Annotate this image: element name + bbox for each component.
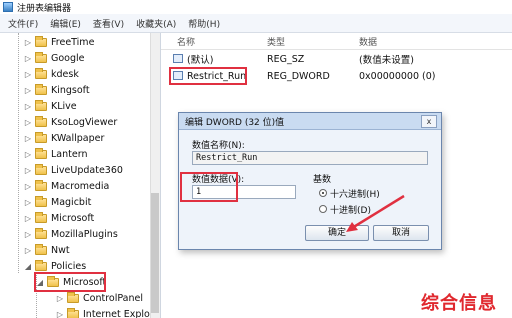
folder-icon	[35, 83, 47, 95]
folder-icon	[35, 147, 47, 159]
expand-icon[interactable]: ▷	[24, 214, 32, 223]
tree-item-magicbit[interactable]: ▷ Magicbit	[24, 194, 91, 210]
tree-item-ksologviewer[interactable]: ▷ KsoLogViewer	[24, 114, 117, 130]
window-title: 注册表编辑器	[17, 3, 72, 14]
expand-icon[interactable]: ▷	[24, 54, 32, 63]
tree-item-macromedia[interactable]: ▷ Macromedia	[24, 178, 109, 194]
folder-icon	[35, 179, 47, 191]
title-bar: 注册表编辑器	[0, 0, 512, 14]
registry-tree: ▷ FreeTime ▷ Google ▷ kdesk ▷ Kingsoft ▷ KLiv…	[0, 33, 161, 318]
menu-help[interactable]: 帮助(H)	[188, 17, 220, 30]
expand-icon[interactable]: ▷	[24, 118, 32, 127]
highlight-box	[180, 172, 238, 202]
folder-icon	[35, 35, 47, 47]
expand-icon[interactable]: ▷	[24, 86, 32, 95]
folder-icon	[67, 307, 79, 318]
menu-favorites[interactable]: 收藏夹(A)	[136, 17, 176, 30]
radio-dec-label[interactable]: 十进制(D)	[330, 203, 371, 216]
folder-icon	[35, 67, 47, 79]
tree-guide-line	[18, 33, 19, 273]
expand-icon[interactable]: ▷	[24, 102, 32, 111]
tree-item-internet-explorer[interactable]: ▷ Internet Explore	[56, 306, 159, 318]
close-button[interactable]: x	[421, 115, 437, 128]
expand-icon[interactable]: ▷	[56, 294, 64, 303]
expand-icon[interactable]: ▷	[24, 134, 32, 143]
highlight-box	[34, 272, 106, 292]
column-type[interactable]: 类型	[267, 35, 285, 48]
ok-button[interactable]: 确定	[305, 225, 369, 241]
string-value-icon	[173, 54, 183, 63]
collapse-icon[interactable]: ◢	[24, 262, 32, 271]
tree-item-controlpanel[interactable]: ▷ ControlPanel	[56, 290, 143, 306]
expand-icon[interactable]: ▷	[24, 38, 32, 47]
tree-item-microsoft[interactable]: ▷ Microsoft	[24, 210, 94, 226]
tree-item-kdesk[interactable]: ▷ kdesk	[24, 66, 79, 82]
tree-item-google[interactable]: ▷ Google	[24, 50, 85, 66]
tree-item-mozillaplugins[interactable]: ▷ MozillaPlugins	[24, 226, 118, 242]
value-name-field[interactable]: Restrict_Run	[192, 151, 428, 165]
expand-icon[interactable]: ▷	[24, 198, 32, 207]
radio-hex[interactable]	[319, 189, 327, 197]
expand-icon[interactable]: ▷	[24, 150, 32, 159]
folder-icon	[35, 195, 47, 207]
tree-item-liveupdate360[interactable]: ▷ LiveUpdate360	[24, 162, 123, 178]
menu-bar: 文件(F) 编辑(E) 查看(V) 收藏夹(A) 帮助(H)	[0, 14, 512, 33]
base-label: 基数	[313, 175, 332, 185]
expand-icon[interactable]: ▷	[24, 246, 32, 255]
folder-icon	[35, 51, 47, 63]
list-header: 名称 类型 数据	[161, 33, 512, 50]
list-row-default[interactable]: (默认) REG_SZ (数值未设置)	[161, 51, 512, 67]
tree-item-kingsoft[interactable]: ▷ Kingsoft	[24, 82, 90, 98]
folder-icon	[35, 163, 47, 175]
expand-icon[interactable]: ▷	[24, 182, 32, 191]
folder-icon	[35, 243, 47, 255]
column-data[interactable]: 数据	[359, 35, 377, 48]
radio-dec[interactable]	[319, 205, 327, 213]
menu-file[interactable]: 文件(F)	[8, 17, 38, 30]
radio-hex-label[interactable]: 十六进制(H)	[330, 187, 380, 200]
expand-icon[interactable]: ▷	[24, 70, 32, 79]
folder-icon	[35, 131, 47, 143]
column-name[interactable]: 名称	[177, 35, 195, 48]
watermark: 综合信息	[421, 293, 497, 314]
cancel-button[interactable]: 取消	[373, 225, 429, 241]
folder-icon	[35, 99, 47, 111]
tree-item-kwallpaper[interactable]: ▷ KWallpaper	[24, 130, 104, 146]
highlight-box	[169, 67, 247, 85]
menu-view[interactable]: 查看(V)	[93, 17, 124, 30]
tree-item-lantern[interactable]: ▷ Lantern	[24, 146, 87, 162]
tree-item-klive[interactable]: ▷ KLive	[24, 98, 77, 114]
menu-edit[interactable]: 编辑(E)	[50, 17, 81, 30]
tree-item-nwt[interactable]: ▷ Nwt	[24, 242, 70, 258]
expand-icon[interactable]: ▷	[56, 310, 64, 318]
regedit-icon	[3, 2, 13, 12]
folder-icon	[35, 211, 47, 223]
value-name-label: 数值名称(N):	[192, 141, 245, 151]
expand-icon[interactable]: ▷	[24, 166, 32, 175]
tree-scrollbar-thumb[interactable]	[151, 193, 159, 313]
folder-icon	[67, 291, 79, 303]
dialog-title: 编辑 DWORD (32 位)值	[185, 117, 285, 128]
tree-item-freetime[interactable]: ▷ FreeTime	[24, 34, 94, 50]
expand-icon[interactable]: ▷	[24, 230, 32, 239]
dialog-title-bar: 编辑 DWORD (32 位)值	[179, 113, 441, 130]
folder-icon	[35, 115, 47, 127]
folder-icon	[35, 259, 47, 271]
folder-icon	[35, 227, 47, 239]
